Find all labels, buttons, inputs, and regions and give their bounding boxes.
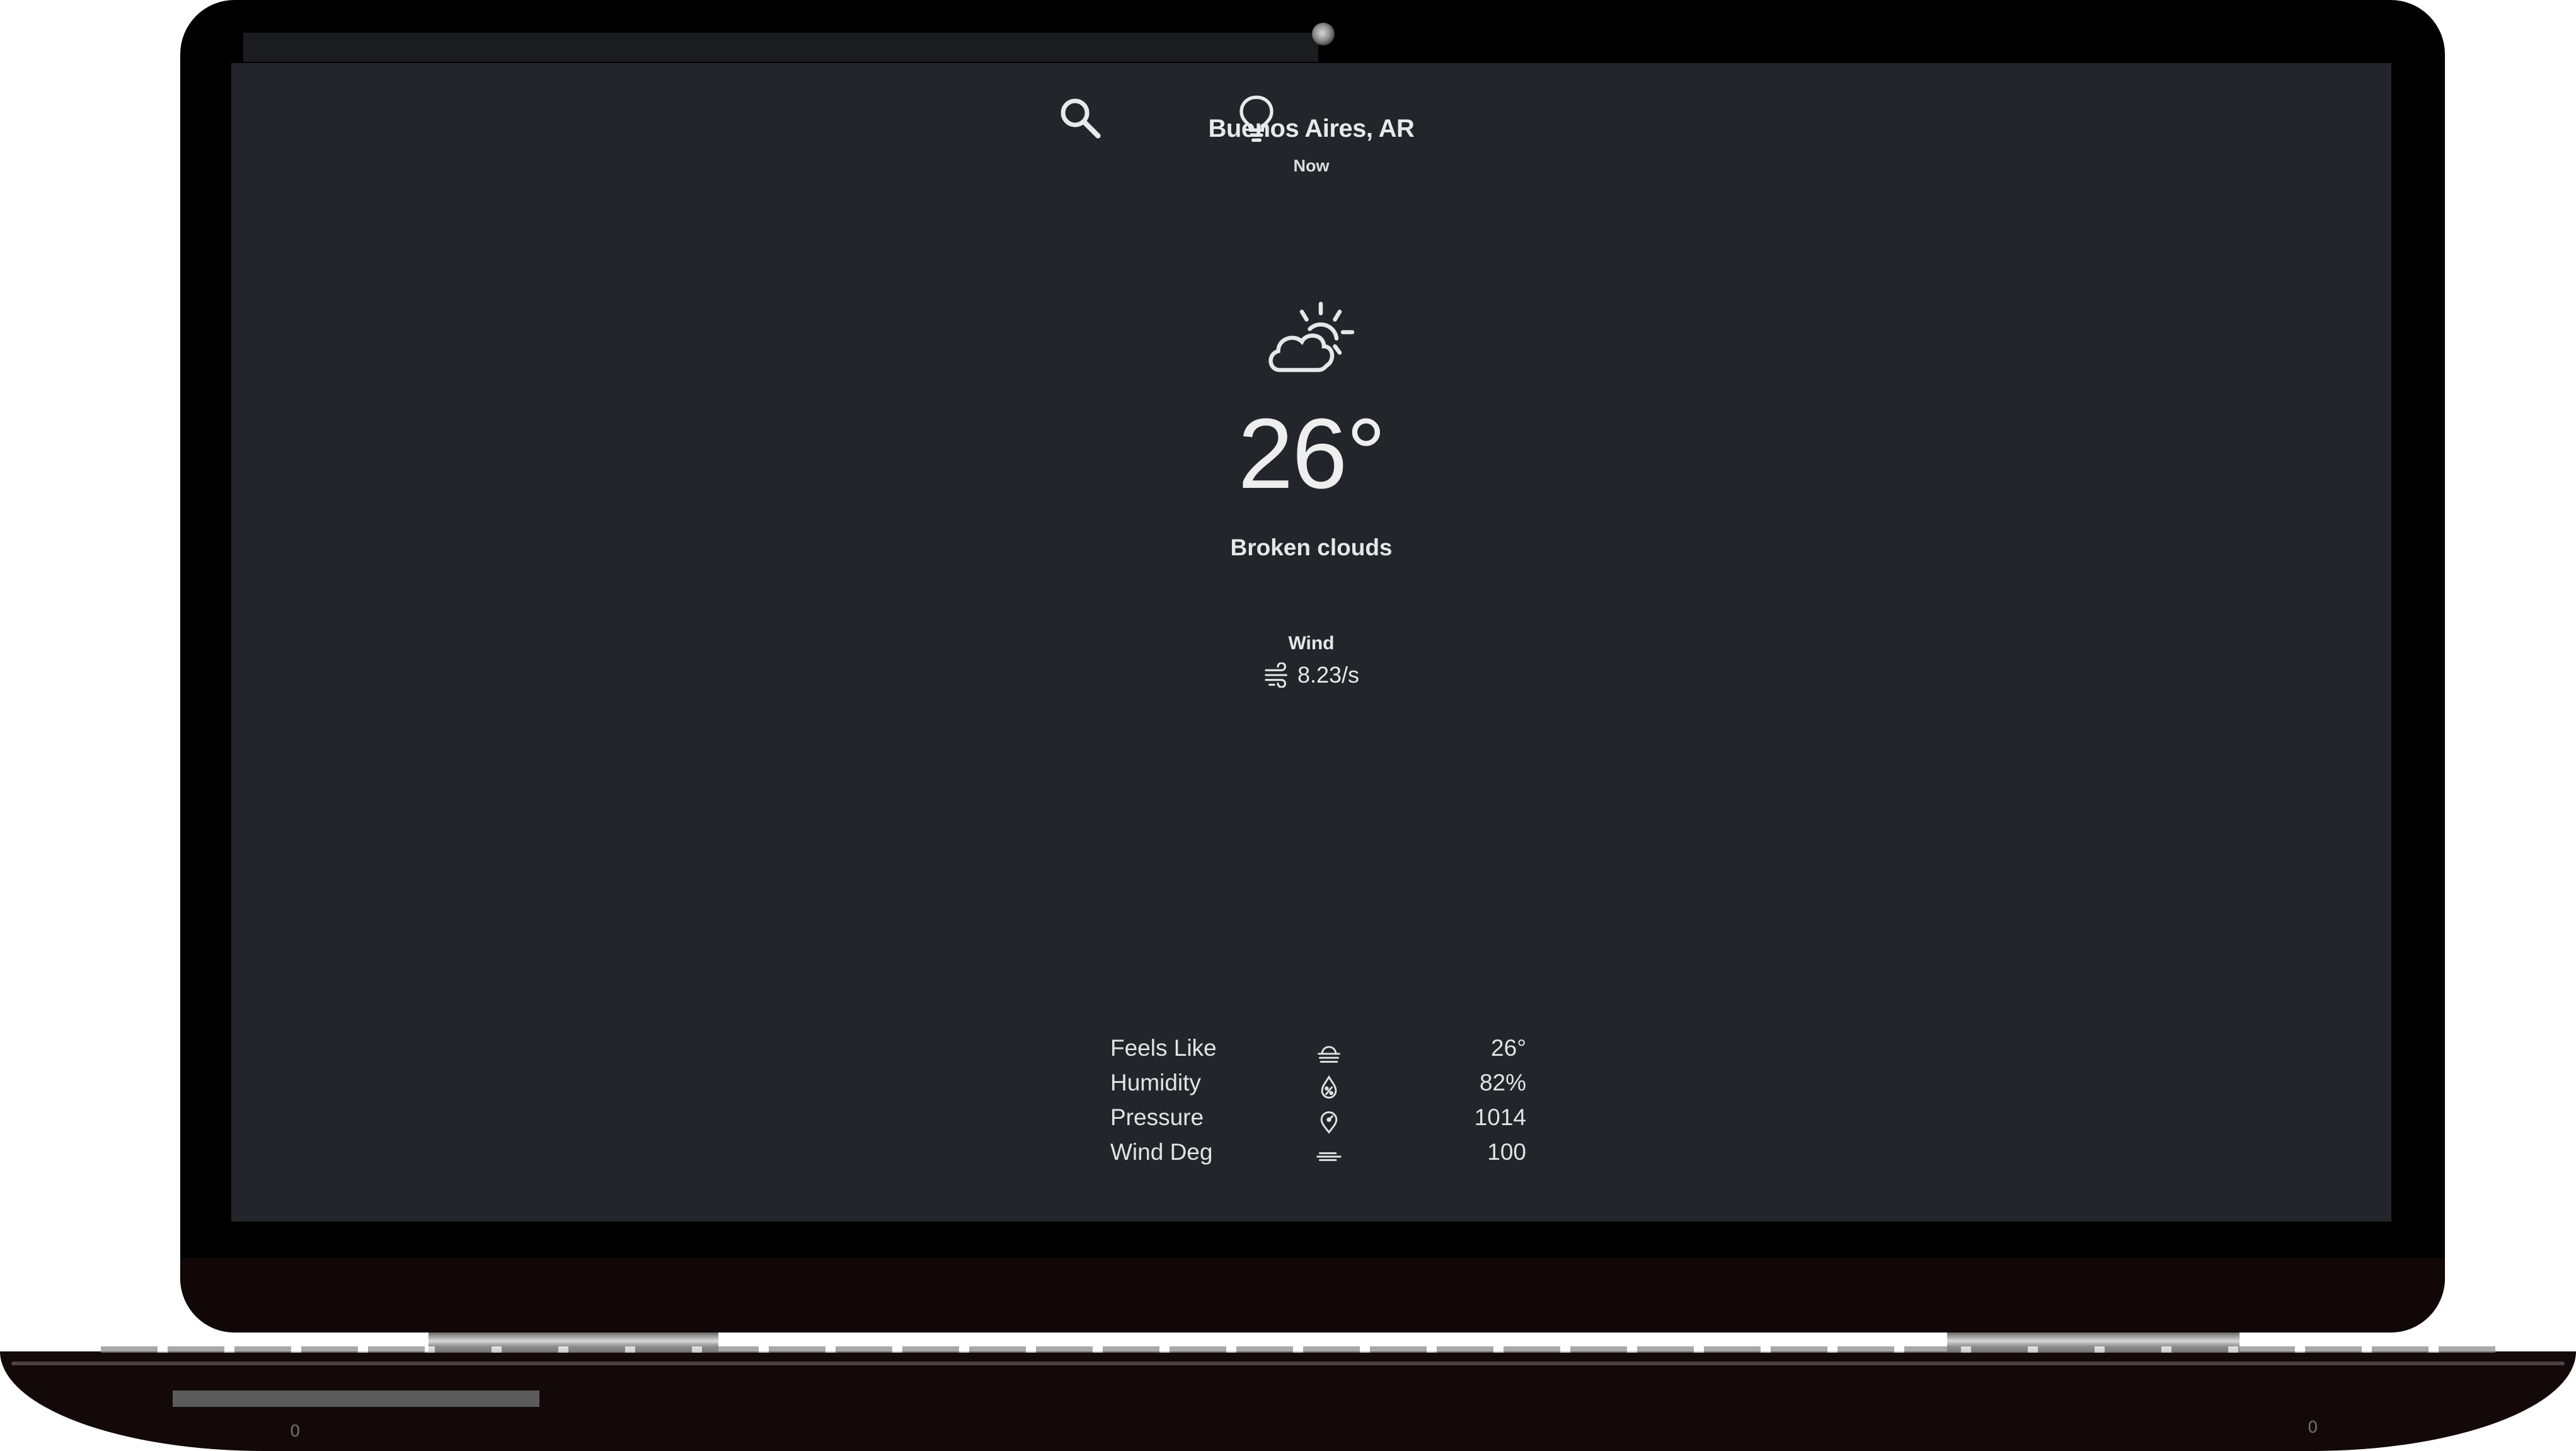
base-edge-line bbox=[11, 1361, 2565, 1365]
detail-value: 26° bbox=[1491, 1035, 1526, 1061]
detail-value: 82% bbox=[1479, 1070, 1526, 1095]
theme-toggle-button[interactable] bbox=[1228, 91, 1285, 147]
detail-label: Wind Deg bbox=[1110, 1139, 1213, 1165]
laptop-chin bbox=[180, 1258, 2445, 1332]
weather-app-screen: Buenos Aires, AR Now 26° Broken clouds W… bbox=[231, 63, 2391, 1222]
foot-mark-right: 0 bbox=[2308, 1418, 2318, 1437]
wind-speed-row: 8.23/s bbox=[996, 662, 1626, 688]
webcam-icon bbox=[1312, 23, 1335, 45]
detail-value: 1014 bbox=[1474, 1104, 1526, 1130]
bezel-bar bbox=[243, 33, 1318, 62]
detail-row-pressure: Pressure 1014 bbox=[1110, 1104, 1526, 1139]
feels-like-icon bbox=[1318, 1046, 1340, 1063]
wind-direction-icon bbox=[1316, 1152, 1342, 1161]
detail-label: Pressure bbox=[1110, 1104, 1204, 1130]
detail-label: Feels Like bbox=[1110, 1035, 1217, 1061]
partly-cloudy-sun-icon bbox=[1268, 301, 1355, 373]
location-title: Buenos Aires, AR bbox=[1208, 115, 1415, 142]
detail-row-wind-deg: Wind Deg 100 bbox=[1110, 1139, 1526, 1174]
wind-speed-value: 8.23/s bbox=[1297, 662, 1360, 688]
foot-mark-left: 0 bbox=[290, 1422, 301, 1441]
lightbulb-icon bbox=[1239, 95, 1274, 142]
humidity-drop-icon bbox=[1321, 1075, 1337, 1099]
weather-details-table: Feels Like 26° Humidity 82% Pressure 101… bbox=[1110, 1035, 1526, 1174]
detail-label: Humidity bbox=[1110, 1070, 1201, 1095]
detail-value: 100 bbox=[1487, 1139, 1526, 1165]
wind-label: Wind bbox=[1288, 633, 1335, 654]
laptop-mockup: Buenos Aires, AR Now 26° Broken clouds W… bbox=[0, 0, 2576, 1451]
detail-row-feels-like: Feels Like 26° bbox=[1110, 1035, 1526, 1070]
trackpad bbox=[173, 1390, 539, 1407]
keyboard-edge bbox=[101, 1346, 2495, 1353]
pressure-gauge-icon bbox=[1320, 1111, 1338, 1134]
current-temperature: 26° bbox=[1238, 398, 1386, 509]
detail-row-humidity: Humidity 82% bbox=[1110, 1070, 1526, 1104]
weather-condition: Broken clouds bbox=[1230, 535, 1393, 560]
wind-icon bbox=[1265, 662, 1287, 688]
time-label: Now bbox=[1293, 156, 1330, 175]
